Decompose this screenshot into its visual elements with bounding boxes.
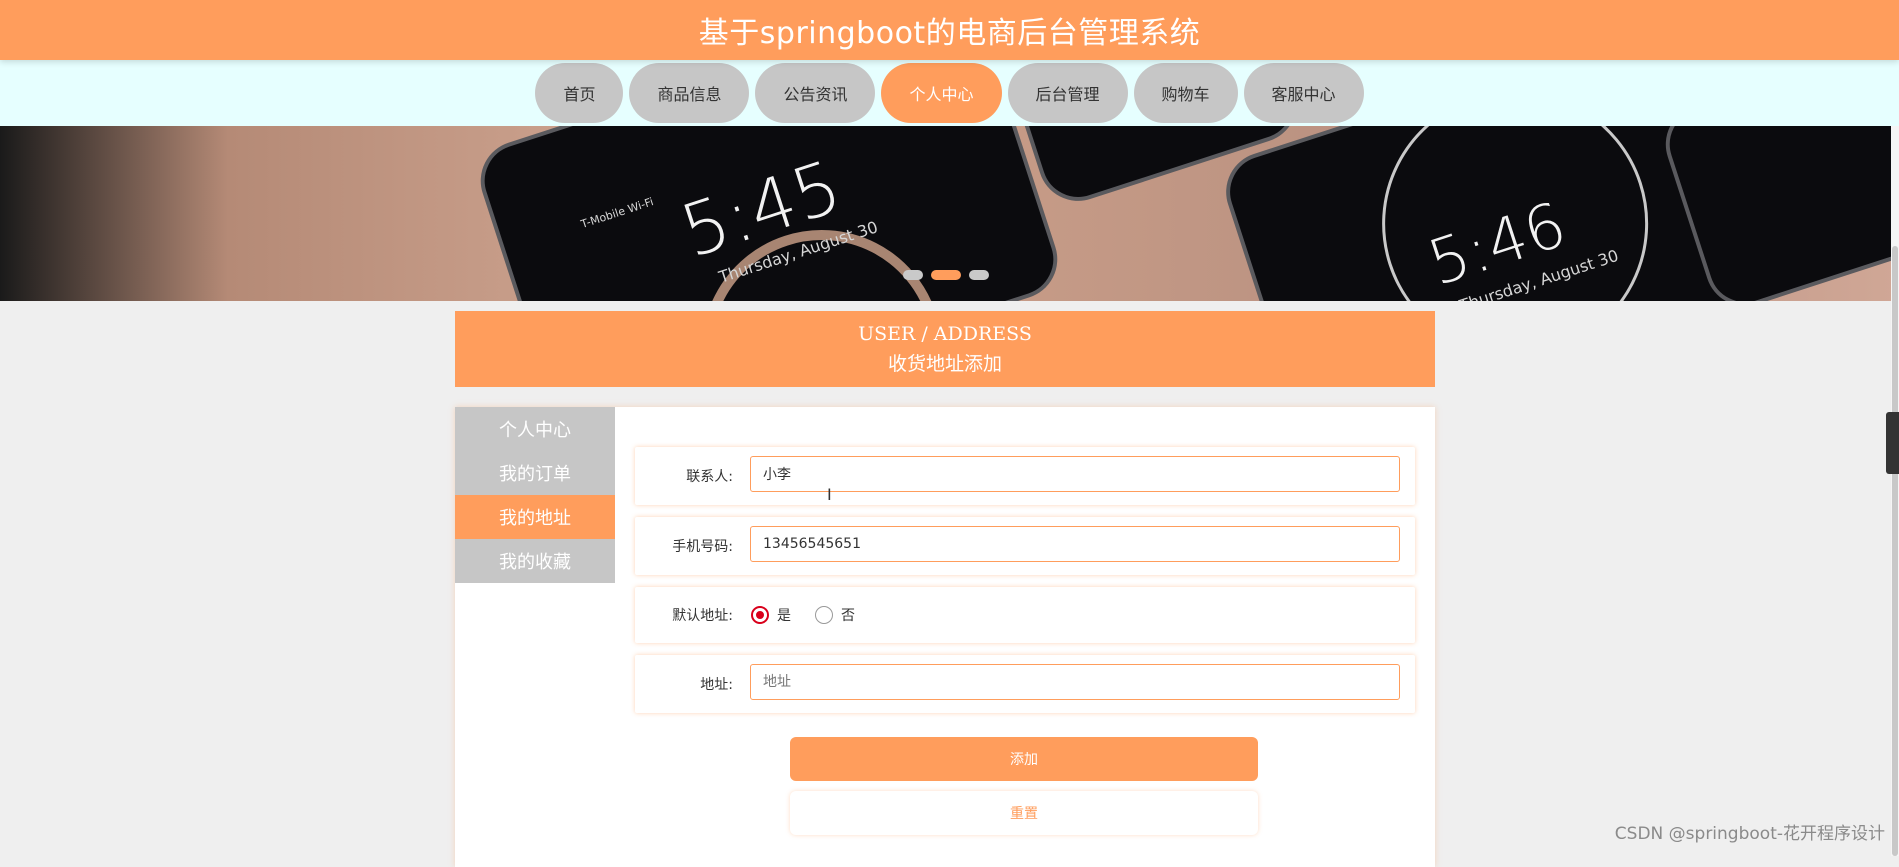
section-title-cn: 收货地址添加 [887, 353, 1002, 375]
nav-item-products[interactable]: 商品信息 [629, 63, 750, 123]
add-button[interactable]: 添加 [790, 737, 1258, 781]
nav-item-home[interactable]: 首页 [535, 63, 624, 123]
form-row-contact: 联系人: [635, 447, 1415, 505]
sidebar-item-personal-center[interactable]: 个人中心 [455, 407, 615, 451]
form-row-phone: 手机号码: [635, 517, 1415, 575]
content-panel: 个人中心 我的订单 我的地址 我的收藏 联系人: 手机号码: 默认地址: 是 否 [455, 407, 1435, 867]
radio-yes[interactable]: 是 [751, 605, 791, 625]
top-header: 基于springboot的电商后台管理系统 [0, 0, 1899, 60]
sidebar-item-my-favorites[interactable]: 我的收藏 [455, 539, 615, 583]
carousel-dot-3[interactable] [969, 270, 989, 280]
phone-label: 手机号码: [672, 539, 733, 555]
radio-no-label: 否 [841, 608, 855, 624]
radio-yes-circle[interactable] [751, 606, 769, 624]
text-cursor-icon: I [827, 485, 832, 504]
radio-no[interactable]: 否 [815, 605, 855, 625]
address-input[interactable] [750, 664, 1400, 700]
reset-button[interactable]: 重置 [790, 791, 1258, 835]
main-nav: 首页 商品信息 公告资讯 个人中心 后台管理 购物车 客服中心 [0, 60, 1899, 126]
nav-item-personal-center[interactable]: 个人中心 [881, 63, 1002, 123]
contact-label: 联系人: [686, 469, 733, 485]
section-title-en: USER / ADDRESS [858, 323, 1032, 345]
address-form: 联系人: 手机号码: 默认地址: 是 否 地址: [635, 447, 1415, 725]
watermark: CSDN @springboot-花开程序设计 [1614, 824, 1885, 844]
form-row-default: 默认地址: 是 否 [635, 587, 1415, 643]
carousel-dot-1[interactable] [903, 270, 923, 280]
page-scrollbar[interactable] [1891, 126, 1899, 856]
phone-input[interactable] [750, 526, 1400, 562]
sidebar-item-my-orders[interactable]: 我的订单 [455, 451, 615, 495]
banner-carrier: T-Mobile Wi-Fi [579, 195, 656, 231]
nav-item-admin[interactable]: 后台管理 [1007, 63, 1128, 123]
nav-item-customer-service[interactable]: 客服中心 [1243, 63, 1364, 123]
sidebar-item-my-address[interactable]: 我的地址 [455, 495, 615, 539]
carousel-indicators [903, 270, 989, 280]
contact-input[interactable] [750, 456, 1400, 492]
radio-yes-label: 是 [777, 608, 791, 624]
nav-item-news[interactable]: 公告资讯 [755, 63, 876, 123]
default-address-label: 默认地址: [672, 608, 733, 624]
section-header: USER / ADDRESS 收货地址添加 [455, 311, 1435, 387]
side-float-tab[interactable] [1886, 412, 1899, 474]
carousel-dot-2[interactable] [931, 270, 961, 280]
scrollbar-thumb[interactable] [1892, 246, 1898, 856]
form-row-address: 地址: [635, 655, 1415, 713]
app-title: 基于springboot的电商后台管理系统 [698, 16, 1201, 51]
default-address-radio-group: 是 否 [751, 587, 855, 643]
nav-item-cart[interactable]: 购物车 [1133, 63, 1238, 123]
address-label: 地址: [700, 677, 733, 693]
radio-no-circle[interactable] [815, 606, 833, 624]
sidebar: 个人中心 我的订单 我的地址 我的收藏 [455, 407, 615, 867]
